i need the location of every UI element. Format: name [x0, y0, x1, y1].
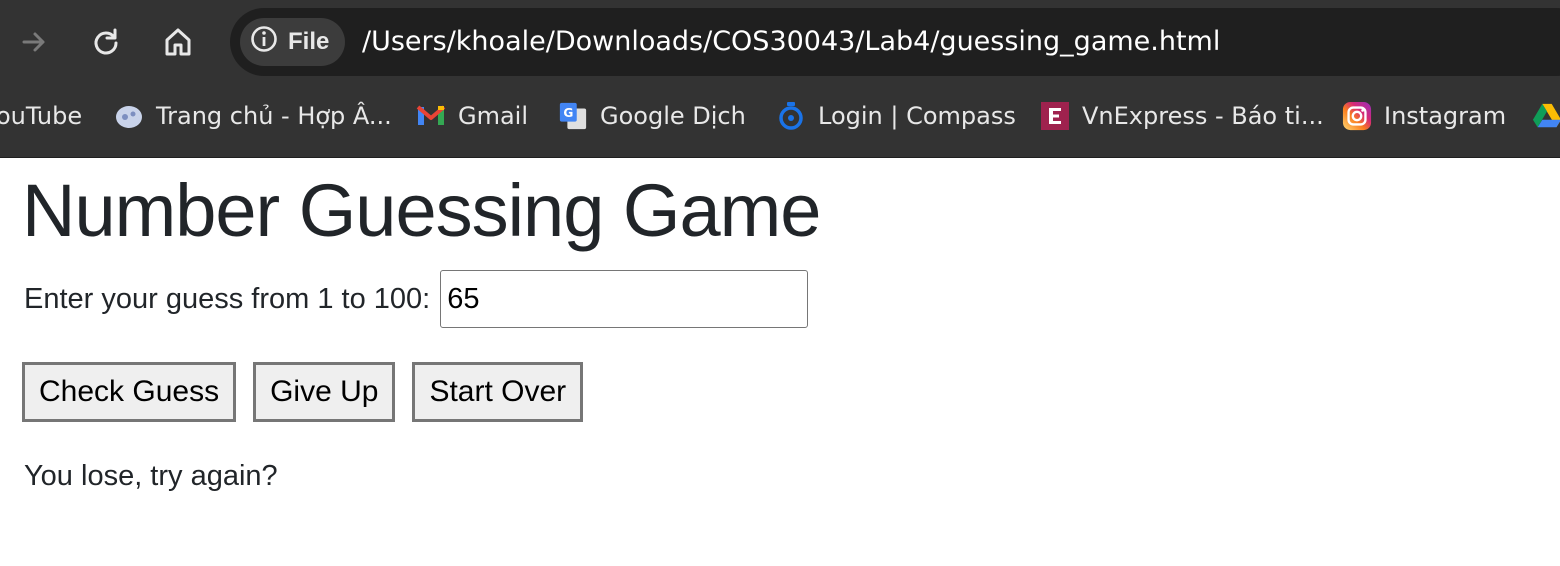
bookmark-hopam[interactable]: Trang chủ - Hợp Â... [114, 94, 392, 138]
action-buttons: Check Guess Give Up Start Over [22, 362, 584, 422]
google-drive-icon [1532, 101, 1560, 131]
instagram-icon [1342, 101, 1372, 131]
address-bar[interactable]: File /Users/khoale/Downloads/COS30043/La… [230, 8, 1560, 76]
navigation-bar: File /Users/khoale/Downloads/COS30043/La… [0, 0, 1560, 84]
bookmarks-bar: ouTube Trang chủ - Hợp Â... Gmail G Goog… [0, 94, 1560, 138]
bookmark-label: ouTube [0, 102, 83, 130]
bookmark-google-drive[interactable] [1532, 94, 1560, 138]
svg-text:G: G [563, 106, 573, 120]
info-icon [250, 25, 278, 60]
guess-form: Enter your guess from 1 to 100: [24, 270, 809, 328]
bookmark-compass[interactable]: Login | Compass [776, 94, 1016, 138]
compass-icon [776, 101, 806, 131]
page-content: Number Guessing Game Enter your guess fr… [0, 158, 1560, 566]
gmail-icon [416, 101, 446, 131]
bookmark-label: Gmail [458, 102, 529, 130]
chip-label: File [288, 28, 330, 55]
bookmark-gmail[interactable]: Gmail [416, 94, 528, 138]
start-over-button[interactable]: Start Over [412, 362, 584, 422]
bookmark-instagram[interactable]: Instagram [1342, 94, 1506, 138]
bookmark-label: Google Dịch [600, 102, 746, 130]
bookmark-label: VnExpress - Báo ti... [1082, 102, 1324, 130]
guess-prompt-label: Enter your guess from 1 to 100: [24, 282, 431, 315]
bookmark-vnexpress[interactable]: VnExpress - Báo ti... [1040, 94, 1324, 138]
bookmark-label: Trang chủ - Hợp Â... [156, 102, 392, 130]
home-icon[interactable] [156, 20, 200, 64]
give-up-button[interactable]: Give Up [253, 362, 396, 422]
bookmark-youtube[interactable]: ouTube [0, 94, 82, 138]
bookmark-google-translate[interactable]: G Google Dịch [558, 94, 746, 138]
google-translate-icon: G [558, 101, 588, 131]
vnexpress-icon [1040, 101, 1070, 131]
page-title: Number Guessing Game [22, 169, 821, 252]
result-message: You lose, try again? [24, 460, 278, 492]
hopam-icon [114, 101, 144, 131]
bookmark-label: Instagram [1384, 102, 1507, 130]
url-text[interactable]: /Users/khoale/Downloads/COS30043/Lab4/gu… [362, 26, 1220, 57]
guess-input[interactable] [440, 270, 809, 328]
bookmark-label: Login | Compass [818, 102, 1016, 130]
browser-chrome: File /Users/khoale/Downloads/COS30043/La… [0, 0, 1560, 158]
site-info-chip[interactable]: File [240, 18, 346, 66]
check-guess-button[interactable]: Check Guess [22, 362, 237, 422]
forward-icon[interactable] [12, 20, 56, 64]
reload-icon[interactable] [84, 20, 128, 64]
